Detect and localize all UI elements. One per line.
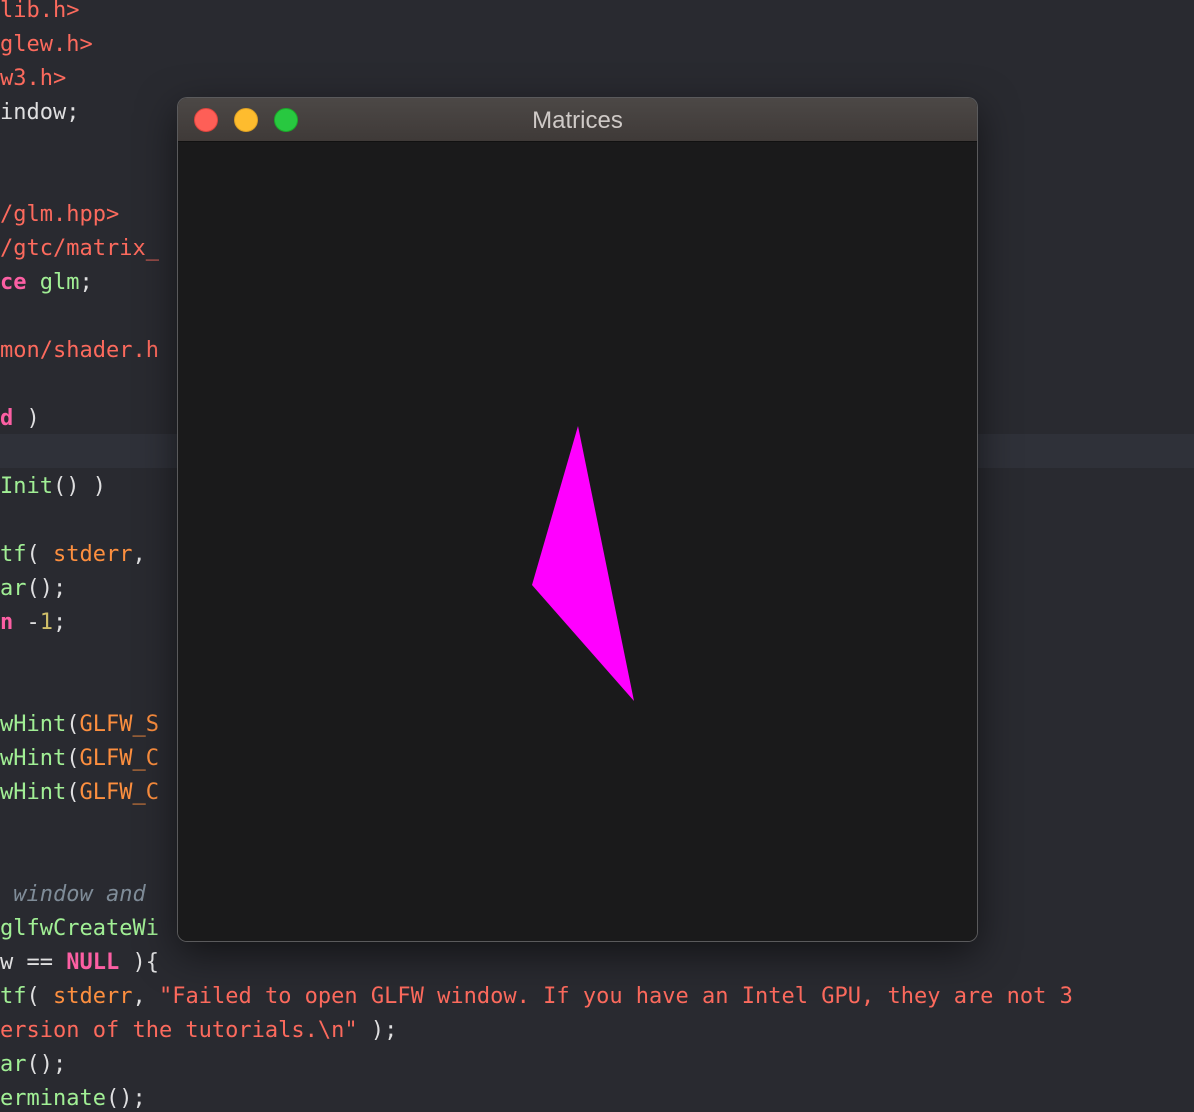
code-token: ){ (119, 950, 159, 975)
code-line: Init() ) (0, 470, 106, 504)
code-token: (); (26, 576, 67, 601)
code-token: ar (0, 1052, 27, 1077)
code-token: GLFW_C (79, 780, 159, 805)
code-token: /glm.hpp> (0, 202, 120, 227)
code-token: - (13, 610, 40, 635)
code-line: ersion of the tutorials.\n" ); (0, 1014, 397, 1048)
code-line: glfwCreateWi (0, 912, 159, 946)
code-line: /gtc/matrix_ (0, 232, 159, 266)
window-titlebar[interactable]: Matrices (178, 98, 977, 142)
code-token: w (0, 950, 14, 975)
render-surface (532, 426, 634, 701)
code-token: Init (0, 474, 53, 499)
render-canvas[interactable] (178, 142, 977, 941)
code-line: n -1; (0, 606, 66, 640)
code-line: tf( stderr, "Failed to open GLFW window.… (0, 980, 1073, 1014)
code-line: window and (0, 878, 146, 912)
code-token: ar (0, 576, 27, 601)
code-token: 1 (39, 610, 53, 635)
code-token: stderr (53, 542, 133, 567)
code-token: , (132, 542, 146, 567)
code-token: tf (0, 984, 27, 1009)
code-line: w == NULL ){ (0, 946, 159, 980)
code-token: () ) (52, 474, 106, 499)
code-token: glm (39, 270, 80, 295)
code-token: "Failed to open GLFW window. If you have… (158, 984, 1073, 1009)
code-line: wHint(GLFW_S (0, 708, 159, 742)
code-token: erminate (0, 1086, 106, 1111)
code-token: == (13, 950, 67, 975)
code-line: w3.h> (0, 62, 66, 96)
magenta-triangle (532, 426, 634, 701)
code-line: mon/shader.h (0, 334, 159, 368)
code-token: ) (13, 406, 40, 431)
code-line: glew.h> (0, 28, 93, 62)
code-token: n (0, 610, 14, 635)
code-token: ); (357, 1018, 398, 1043)
code-line: tf( stderr, (0, 538, 146, 572)
code-line: wHint(GLFW_C (0, 776, 159, 810)
code-token: ( (66, 712, 80, 737)
code-token: GLFW_S (79, 712, 159, 737)
code-token: wHint (0, 780, 67, 805)
code-token: glew.h> (0, 32, 93, 57)
code-token: ersion of the tutorials.\n" (0, 1018, 358, 1043)
code-line: indow; (0, 96, 79, 130)
code-line: /glm.hpp> (0, 198, 119, 232)
code-token: wHint (0, 712, 67, 737)
code-line: erminate(); (0, 1082, 146, 1112)
code-token: d (0, 406, 14, 431)
window-title: Matrices (532, 107, 623, 134)
code-token: tf (0, 542, 27, 567)
code-line: wHint(GLFW_C (0, 742, 159, 776)
code-line: d ) (0, 402, 40, 436)
code-token: mon/shader.h (0, 338, 159, 363)
code-token: indow; (0, 100, 80, 125)
code-line: ar(); (0, 1048, 66, 1082)
code-token: (); (26, 1052, 67, 1077)
code-token: /gtc/matrix_ (0, 236, 159, 261)
glfw-window[interactable]: Matrices (178, 98, 977, 941)
code-token: GLFW_C (79, 746, 159, 771)
code-line: ce glm; (0, 266, 93, 300)
code-token: glfwCreateWi (0, 916, 159, 941)
code-token: lib.h> (0, 0, 80, 23)
code-token: ; (79, 270, 93, 295)
code-line: lib.h> (0, 0, 79, 28)
code-token: ( (26, 542, 53, 567)
code-line: ar(); (0, 572, 66, 606)
code-token: wHint (0, 746, 67, 771)
code-token: ; (53, 610, 67, 635)
code-token: , (132, 984, 159, 1009)
code-token: ( (66, 746, 80, 771)
code-token: window and (0, 882, 146, 907)
code-token: NULL (66, 950, 120, 975)
code-token: stderr (53, 984, 133, 1009)
code-token: w3.h> (0, 66, 67, 91)
code-token: (); (105, 1086, 146, 1111)
code-token: ( (66, 780, 80, 805)
code-token: ce (0, 270, 27, 295)
code-token: ( (26, 984, 53, 1009)
